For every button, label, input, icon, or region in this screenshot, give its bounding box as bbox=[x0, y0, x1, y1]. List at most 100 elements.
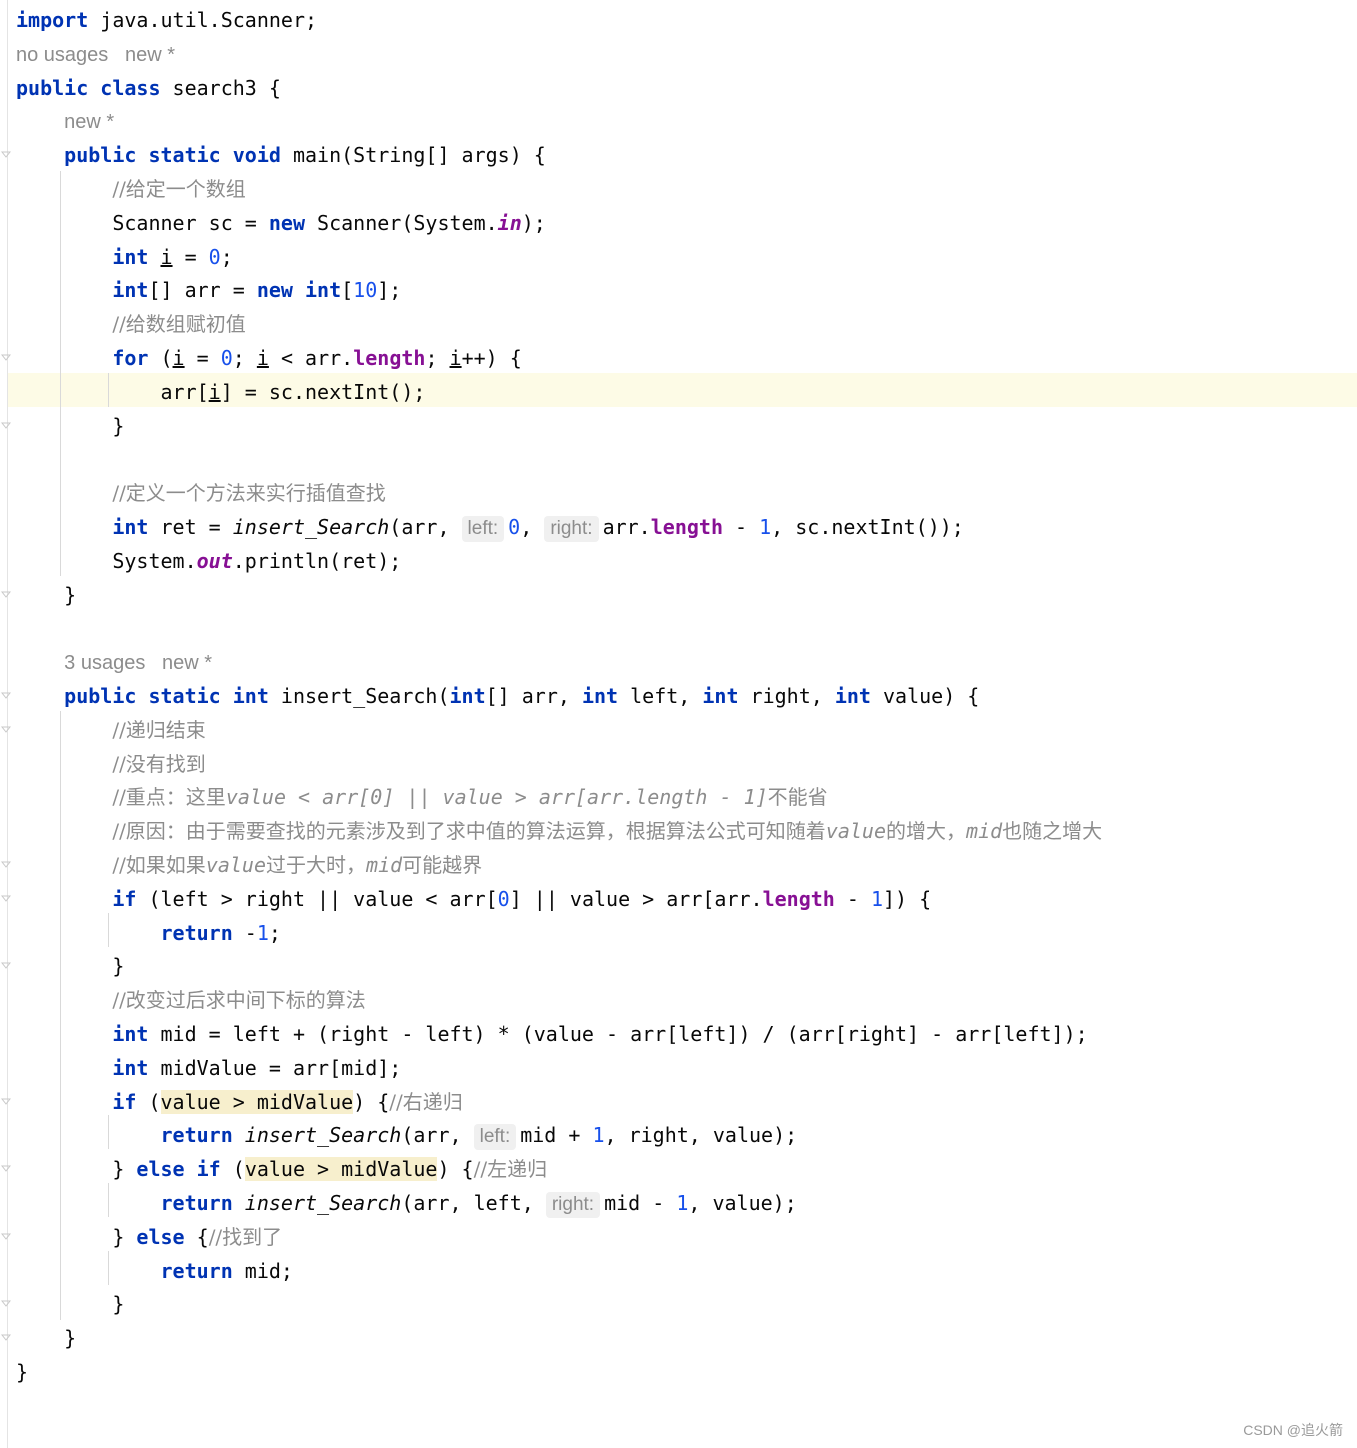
code-token: insert_Search( bbox=[268, 684, 450, 708]
code-token: i bbox=[256, 346, 269, 370]
code-token: = bbox=[172, 244, 209, 269]
code-line[interactable]: int[] arr = new int[10]; bbox=[16, 273, 401, 307]
fold-icon[interactable] bbox=[1, 726, 11, 734]
code-line[interactable]: Scanner sc = new Scanner(System.in); bbox=[16, 206, 546, 240]
code-line[interactable]: public static int insert_Search(int[] ar… bbox=[16, 679, 979, 713]
code-line[interactable]: } bbox=[16, 1287, 124, 1321]
code-token: 1 bbox=[592, 1123, 605, 1148]
code-line[interactable]: } bbox=[16, 1355, 28, 1389]
fold-icon[interactable] bbox=[1, 861, 11, 869]
code-line[interactable]: //没有找到 bbox=[16, 747, 206, 781]
code-line[interactable]: //定义一个方法来实行插值查找 bbox=[16, 476, 385, 510]
code-line[interactable]: } else {//找到了 bbox=[16, 1220, 282, 1254]
code-line[interactable]: 3 usages new * bbox=[16, 645, 212, 679]
code-token: //找到了 bbox=[208, 1224, 283, 1249]
fold-icon[interactable] bbox=[1, 354, 11, 362]
code-line[interactable]: for (i = 0; i < arr.length; i++) { bbox=[16, 341, 521, 375]
code-line[interactable]: //重点：这里value < arr[0] || value > arr[arr… bbox=[16, 780, 827, 814]
fold-icon[interactable] bbox=[1, 422, 11, 430]
fold-icon[interactable] bbox=[1, 1334, 11, 1342]
code-line[interactable]: import java.util.Scanner; bbox=[16, 3, 317, 37]
code-token: value bbox=[825, 819, 887, 844]
code-token: 1 bbox=[759, 515, 772, 539]
code-line[interactable]: //如果如果value过于大时，mid可能越界 bbox=[16, 848, 482, 882]
code-line[interactable]: public class search3 { bbox=[16, 71, 281, 105]
fold-icon[interactable] bbox=[1, 1300, 11, 1308]
code-line[interactable]: System.out.println(ret); bbox=[16, 544, 401, 578]
code-token: int bbox=[112, 244, 149, 269]
code-line[interactable]: //给定一个数组 bbox=[16, 172, 245, 206]
code-line[interactable]: if (value > midValue) {//右递归 bbox=[16, 1085, 463, 1119]
code-editor[interactable]: import java.util.Scanner; no usages new *… bbox=[0, 0, 1357, 1448]
code-line[interactable]: } bbox=[16, 1321, 76, 1355]
code-token: } bbox=[16, 582, 77, 607]
code-line[interactable]: } bbox=[16, 409, 124, 443]
code-token: new * bbox=[64, 111, 115, 134]
code-line[interactable]: //递归结束 bbox=[16, 713, 206, 747]
code-token: , value); bbox=[688, 1191, 797, 1215]
code-line[interactable]: //原因：由于需要查找的元素涉及到了求中值的算法运算，根据算法公式可知随着val… bbox=[16, 814, 1102, 848]
code-token: new bbox=[268, 210, 305, 235]
code-token: [ bbox=[341, 278, 354, 303]
code-line[interactable]: return mid; bbox=[16, 1254, 293, 1288]
code-token: search3 { bbox=[160, 75, 281, 100]
code-token: ret = bbox=[148, 515, 233, 539]
code-line[interactable]: //给数组赋初值 bbox=[16, 307, 245, 341]
code-token: mid = left + (right - left) * (value - a… bbox=[148, 1022, 1088, 1046]
fold-icon[interactable] bbox=[1, 1165, 11, 1173]
code-token: int bbox=[581, 684, 619, 708]
code-token: //没有找到 bbox=[112, 751, 206, 776]
code-line[interactable]: return insert_Search(arr, left, right: mi… bbox=[16, 1186, 797, 1220]
code-line[interactable]: int ret = insert_Search(arr, left: 0, rig… bbox=[16, 510, 964, 544]
code-token: (arr, left, bbox=[401, 1191, 546, 1215]
code-line[interactable]: int mid = left + (right - left) * (value… bbox=[16, 1017, 1088, 1051]
code-token: mid bbox=[966, 819, 1003, 844]
code-token: 10 bbox=[353, 278, 378, 303]
code-line[interactable]: arr[i] = sc.nextInt(); bbox=[16, 375, 425, 409]
code-line[interactable]: public static void main(String[] args) { bbox=[16, 138, 546, 172]
code-token: ) { bbox=[437, 1157, 474, 1182]
code-line[interactable]: } else if (value > midValue) {//左递归 bbox=[16, 1152, 547, 1186]
fold-icon[interactable] bbox=[1, 1233, 11, 1241]
code-token: value > midValue bbox=[160, 1089, 354, 1114]
fold-icon[interactable] bbox=[1, 895, 11, 903]
code-token: length bbox=[353, 346, 426, 370]
code-line[interactable]: return insert_Search(arr, left: mid + 1, … bbox=[16, 1118, 797, 1152]
code-token: insert_Search bbox=[244, 1191, 402, 1215]
code-token: ]; bbox=[377, 278, 402, 303]
code-token: ] = sc.nextInt(); bbox=[220, 379, 426, 404]
fold-icon[interactable] bbox=[1, 151, 11, 159]
code-token: //递归结束 bbox=[112, 717, 206, 742]
code-line[interactable]: //改变过后求中间下标的算法 bbox=[16, 983, 365, 1017]
code-token: < arr. bbox=[268, 346, 354, 370]
code-token: //如果如果 bbox=[112, 853, 206, 877]
code-line[interactable]: if (left > right || value < arr[0] || va… bbox=[16, 882, 931, 916]
code-token: 1 bbox=[256, 920, 269, 945]
fold-icon[interactable] bbox=[1, 692, 11, 700]
code-token: length bbox=[762, 886, 835, 911]
code-line[interactable]: new * bbox=[16, 104, 114, 138]
code-line[interactable]: } bbox=[16, 578, 76, 612]
code-line[interactable]: } bbox=[16, 949, 124, 983]
fold-icon[interactable] bbox=[1, 591, 11, 599]
code-token: for bbox=[112, 346, 149, 370]
code-line[interactable]: int i = 0; bbox=[16, 240, 232, 274]
code-token: return bbox=[160, 1191, 233, 1215]
fold-icon[interactable] bbox=[1, 1098, 11, 1106]
code-line[interactable]: int midValue = arr[mid]; bbox=[16, 1051, 401, 1085]
code-token: 可能越界 bbox=[402, 853, 483, 877]
fold-icon[interactable] bbox=[1, 962, 11, 970]
code-token: int bbox=[112, 1055, 149, 1080]
code-token: (arr, bbox=[401, 1123, 474, 1148]
code-line[interactable]: return -1; bbox=[16, 916, 281, 950]
code-line[interactable]: no usages new * bbox=[16, 37, 175, 71]
